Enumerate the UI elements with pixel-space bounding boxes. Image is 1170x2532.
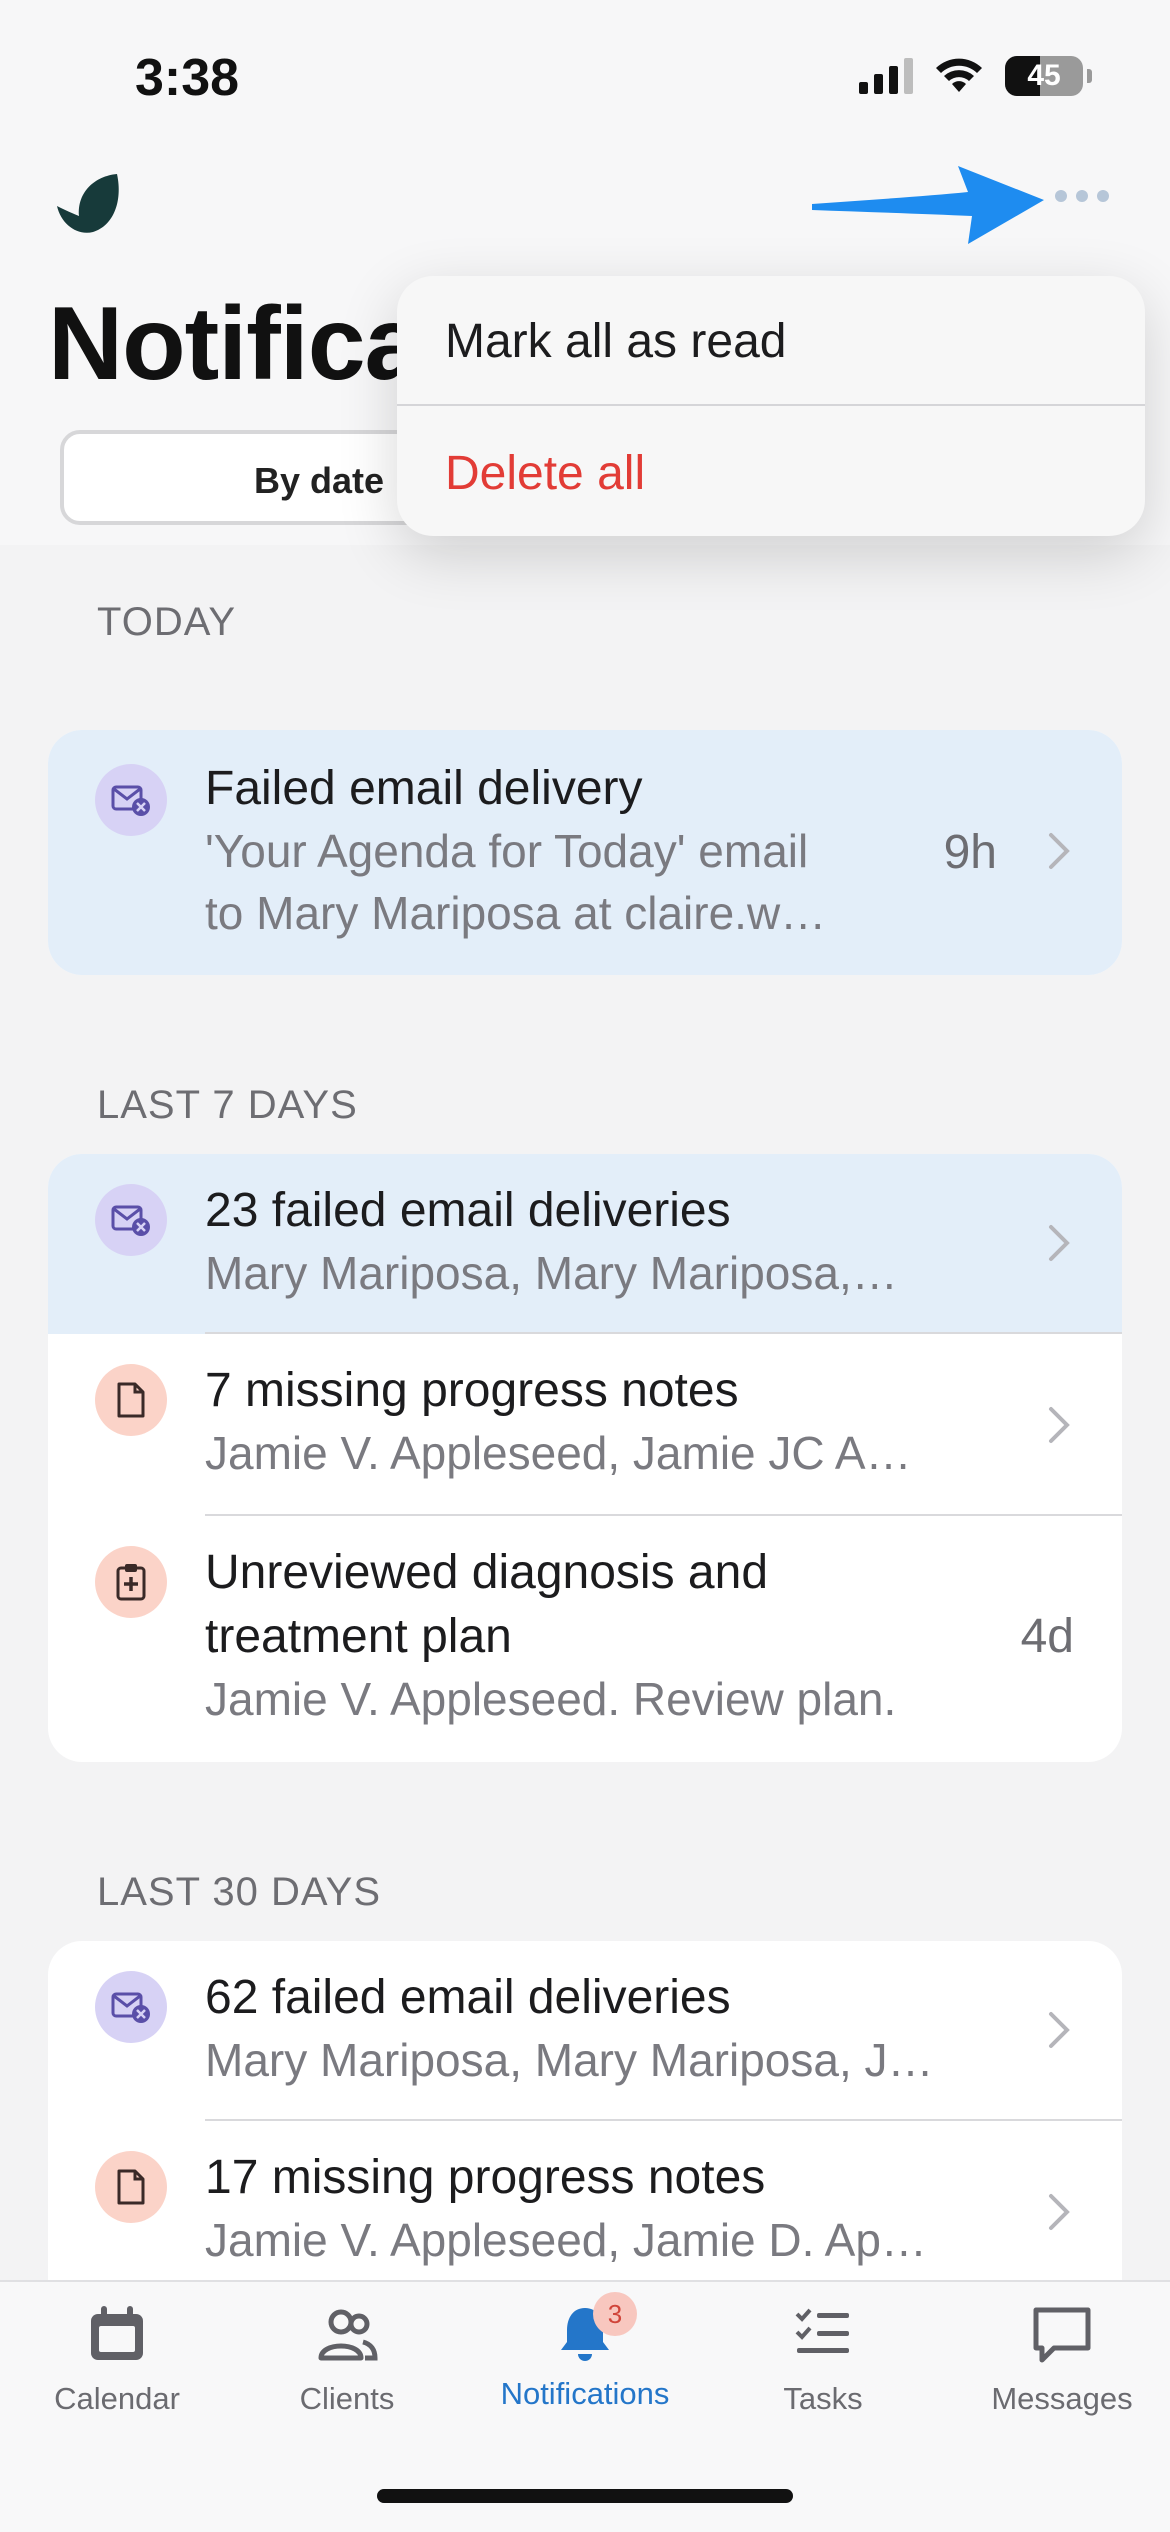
more-options-icon[interactable] (1055, 190, 1109, 202)
tab-label: Calendar (54, 2381, 180, 2416)
chevron-right-icon (1049, 2012, 1070, 2048)
wifi-icon (936, 58, 982, 92)
tab-label: Tasks (783, 2381, 863, 2416)
message-icon (1033, 2307, 1091, 2363)
notification-subtitle: 'Your Agenda for Today' email (205, 825, 809, 877)
clients-icon (318, 2309, 378, 2361)
notification-title: 17 missing progress notes (205, 2151, 766, 2204)
notification-subtitle: Mary Mariposa, Mary Mariposa, J… (205, 2034, 934, 2086)
notification-title: Unreviewed diagnosis and (205, 1546, 769, 1599)
battery-icon: 45 (1005, 56, 1083, 96)
notification-title: Failed email delivery (205, 762, 643, 815)
notification-row[interactable]: 7 missing progress notes Jamie V. Apples… (48, 1334, 1122, 1516)
document-icon (95, 1364, 167, 1436)
tab-label: Clients (299, 2381, 395, 2416)
home-indicator[interactable] (377, 2489, 793, 2503)
tab-notifications[interactable]: 3 Notifications (468, 2292, 702, 2412)
notification-row[interactable]: 62 failed email deliveries Mary Mariposa… (48, 1941, 1122, 2121)
document-icon (95, 2151, 167, 2223)
notification-subtitle: to Mary Mariposa at claire.w… (205, 887, 827, 939)
options-menu: Mark all as read Delete all (397, 276, 1145, 536)
section-label-today: TODAY (97, 600, 237, 644)
tab-label: Notifications (500, 2376, 670, 2411)
clipboard-plus-icon (95, 1546, 167, 1618)
card-last-7-days: 23 failed email deliveries Mary Mariposa… (48, 1154, 1122, 1762)
notification-row[interactable]: Failed email delivery 'Your Agenda for T… (48, 730, 1122, 975)
notification-subtitle: Jamie V. Appleseed, Jamie D. Ap… (205, 2214, 927, 2266)
notification-title: 62 failed email deliveries (205, 1971, 731, 2024)
notification-title: 23 failed email deliveries (205, 1184, 731, 1237)
notification-subtitle: Jamie V. Appleseed, Jamie JC A… (205, 1427, 912, 1479)
notification-subtitle: Jamie V. Appleseed. Review plan. (205, 1673, 897, 1725)
segment-by-date[interactable]: By date (254, 460, 384, 502)
tab-messages[interactable]: Messages (945, 2302, 1170, 2417)
chevron-right-icon (1049, 2194, 1070, 2230)
failed-email-icon (95, 1184, 167, 1256)
section-label-last-7-days: LAST 7 DAYS (97, 1083, 358, 1127)
chevron-right-icon (1049, 1225, 1070, 1261)
status-icons: 45 (859, 56, 1092, 96)
status-time: 3:38 (135, 49, 240, 107)
battery-level: 45 (1027, 59, 1061, 92)
mark-all-read-button[interactable]: Mark all as read (445, 314, 786, 369)
calendar-icon (91, 2306, 143, 2360)
tab-tasks[interactable]: Tasks (706, 2302, 940, 2417)
failed-email-icon (95, 764, 167, 836)
page-title: Notifica (48, 286, 422, 402)
delete-all-button[interactable]: Delete all (445, 446, 645, 501)
signal-icon (859, 58, 913, 94)
tab-label: Messages (991, 2381, 1133, 2416)
annotation-arrow-icon (812, 166, 1044, 244)
notification-subtitle: Mary Mariposa, Mary Mariposa,… (205, 1247, 898, 1299)
card-today: Failed email delivery 'Your Agenda for T… (48, 730, 1122, 975)
section-label-last-30-days: LAST 30 DAYS (97, 1870, 381, 1914)
app-logo-icon (57, 174, 119, 233)
notification-row[interactable]: 17 missing progress notes Jamie V. Apple… (48, 2121, 1122, 2303)
menu-divider (397, 404, 1145, 406)
tab-calendar[interactable]: Calendar (0, 2302, 234, 2417)
notification-row[interactable]: Unreviewed diagnosis and treatment plan … (48, 1516, 1122, 1762)
tab-clients[interactable]: Clients (230, 2302, 464, 2417)
chevron-right-icon (1049, 1407, 1070, 1443)
chevron-right-icon (1049, 833, 1070, 869)
notification-time: 4d (1020, 1610, 1074, 1663)
notification-time: 9h (943, 826, 997, 879)
failed-email-icon (95, 1971, 167, 2043)
notification-title: treatment plan (205, 1610, 512, 1663)
notification-row[interactable]: 23 failed email deliveries Mary Mariposa… (48, 1154, 1122, 1334)
notification-badge: 3 (593, 2292, 637, 2336)
notification-title: 7 missing progress notes (205, 1364, 739, 1417)
tasks-icon (795, 2308, 849, 2353)
app-screen: 3:38 45 Notifica By date Mark all as rea… (0, 0, 1170, 2532)
